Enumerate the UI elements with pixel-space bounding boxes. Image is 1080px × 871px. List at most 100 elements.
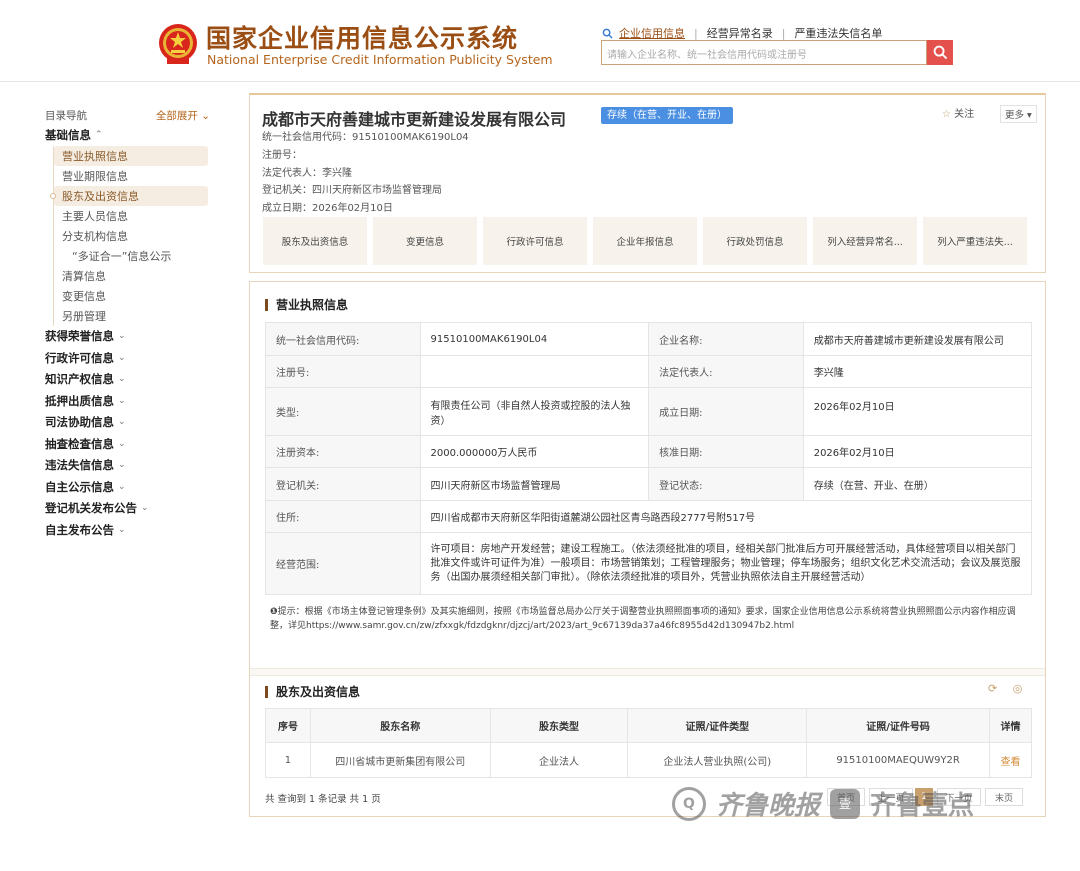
field-label: 法定代表人: <box>648 355 804 388</box>
table-row: 住所: 四川省成都市天府新区华阳街道麓湖公园社区青鸟路西段2777号附517号 <box>265 500 1033 533</box>
follow-button[interactable]: ☆ 关注 <box>942 105 974 120</box>
tab-shareholders[interactable]: 股东及出资信息 <box>263 217 367 265</box>
field-label: 登记机关: <box>265 467 421 501</box>
nav-abnormal-list[interactable]: 经营异常名录 <box>707 25 773 41</box>
field-value: 有限责任公司（非自然人投资或控股的法人独资） <box>419 387 650 436</box>
field-label: 核准日期: <box>648 435 804 468</box>
sidebar-group-inspection[interactable]: 抽查检查信息 ⌄ <box>45 433 210 455</box>
chevron-down-icon: ⌄ <box>118 524 126 535</box>
tab-annual-reports[interactable]: 企业年报信息 <box>593 217 697 265</box>
watermark-left-text: 齐鲁晚报 <box>716 791 821 821</box>
sidebar-group-authority-notices[interactable]: 登记机关发布公告 ⌄ <box>45 498 210 520</box>
sidebar-item-multi-cert[interactable]: “多证合一”信息公示 <box>54 246 208 266</box>
field-label: 企业名称: <box>648 322 804 356</box>
nav-credit-info[interactable]: 企业信用信息 <box>619 25 685 41</box>
reg-no-text: 注册号： <box>262 150 302 161</box>
field-value: 2026年02月10日 <box>802 387 1033 436</box>
sidebar-item-branches[interactable]: 分支机构信息 <box>54 226 208 246</box>
chevron-down-icon: ⌄ <box>118 438 126 449</box>
sidebar-group-violations[interactable]: 违法失信信息 ⌄ <box>45 455 210 477</box>
chevron-down-icon: ⌄ <box>201 110 210 122</box>
chevron-down-icon: ⌄ <box>118 331 126 342</box>
pager-last[interactable]: 末页 <box>985 788 1023 806</box>
tab-abnormal-list[interactable]: 列入经营异常名... <box>813 217 917 265</box>
chevron-down-icon: ⌄ <box>118 395 126 406</box>
field-value <box>419 355 650 388</box>
chevron-down-icon: ⌄ <box>118 417 126 428</box>
tab-serious-violations[interactable]: 列入严重违法失... <box>923 217 1027 265</box>
watermark-right-text: 齐鲁壹点 <box>870 791 975 821</box>
sidebar-item-liquidation[interactable]: 清算信息 <box>54 266 208 286</box>
view-detail-link[interactable]: 查看 <box>989 742 1032 778</box>
shareholders-table: 序号 股东名称 股东类型 证照/证件类型 证照/证件号码 详情 1 四川省城市更… <box>265 708 1032 778</box>
cell-no: 1 <box>265 742 311 778</box>
field-label: 类型: <box>265 387 421 436</box>
column-header: 序号 <box>265 708 311 743</box>
table-row: 1 四川省城市更新集团有限公司 企业法人 企业法人营业执照(公司) 915101… <box>265 742 1032 778</box>
sidebar-group-judicial[interactable]: 司法协助信息 ⌄ <box>45 412 210 434</box>
chevron-up-icon: ⌃ <box>95 129 103 140</box>
field-label: 住所: <box>265 500 421 533</box>
sidebar-item-shareholders[interactable]: 股东及出资信息 <box>50 185 208 206</box>
search-icon <box>602 28 613 39</box>
sidebar-item-term[interactable]: 营业期限信息 <box>54 166 208 186</box>
table-row: 统一社会信用代码: 91510100MAK6190L04 企业名称: 成都市天府… <box>265 322 1033 356</box>
sidebar-group-self-disclosure[interactable]: 自主公示信息 ⌄ <box>45 476 210 498</box>
chevron-down-icon: ⌄ <box>141 503 149 514</box>
newspaper-logo-icon: Q <box>672 786 706 821</box>
table-row: 经营范围: 许可项目：房地产开发经营；建设工程施工。（依法须经批准的项目，经相关… <box>265 532 1033 595</box>
search-input[interactable]: 请输入企业名称、统一社会信用代码或注册号 <box>601 40 927 65</box>
address-value: 四川省成都市天府新区华阳街道麓湖公园社区青鸟路西段2777号附517号 <box>419 500 1033 533</box>
license-table: 统一社会信用代码: 91510100MAK6190L04 企业名称: 成都市天府… <box>265 322 1033 595</box>
notice-tip: ❶提示：根据《市场主体登记管理条例》及其实施细则，按照《市场监督总局办公厅关于调… <box>270 607 1016 631</box>
tab-permits[interactable]: 行政许可信息 <box>483 217 587 265</box>
caret-down-icon: ▾ <box>1027 110 1032 121</box>
cell-shareholder-name: 四川省城市更新集团有限公司 <box>309 742 491 778</box>
star-icon: ☆ <box>942 109 951 120</box>
field-label: 注册资本: <box>265 435 421 468</box>
section-divider <box>250 668 1045 676</box>
field-label: 注册号: <box>265 355 421 388</box>
company-name: 成都市天府善建城市更新建设发展有限公司 <box>262 110 567 129</box>
more-dropdown[interactable]: 更多 ▾ <box>1000 105 1037 123</box>
sidebar-basic-items: 营业执照信息 营业期限信息 股东及出资信息 主要人员信息 分支机构信息 “多证合… <box>50 145 210 326</box>
hide-icon[interactable]: ◎ <box>1013 682 1023 695</box>
sidebar-item-personnel[interactable]: 主要人员信息 <box>54 206 208 226</box>
sidebar-group-ip[interactable]: 知识产权信息 ⌄ <box>45 369 210 391</box>
tab-penalties[interactable]: 行政处罚信息 <box>703 217 807 265</box>
refresh-icon[interactable]: ⟳ <box>988 682 997 695</box>
credit-code-text: 统一社会信用代码：91510100MAK6190L04 <box>262 132 469 143</box>
table-row: 类型: 有限责任公司（非自然人投资或控股的法人独资） 成立日期: 2026年02… <box>265 387 1033 436</box>
column-header: 股东类型 <box>489 708 629 743</box>
shareholders-section-title: 股东及出资信息 <box>265 686 360 698</box>
sidebar-group-self-notices[interactable]: 自主发布公告 ⌄ <box>45 519 210 541</box>
legal-rep-text: 法定代表人：李兴隆 <box>262 168 352 179</box>
column-header: 证照/证件号码 <box>806 708 991 743</box>
expand-all-button[interactable]: 全部展开 ⌄ <box>156 108 210 124</box>
search-icon <box>933 45 947 60</box>
field-label: 经营范围: <box>265 532 421 595</box>
field-value: 成都市天府善建城市更新建设发展有限公司 <box>802 322 1033 356</box>
tab-changes[interactable]: 变更信息 <box>373 217 477 265</box>
cell-cert-no: 91510100MAEQUW9Y2R <box>806 742 991 778</box>
status-badge: 存续（在营、开业、在册） <box>601 107 733 124</box>
cell-shareholder-type: 企业法人 <box>489 742 629 778</box>
sidebar-group-permits[interactable]: 行政许可信息 ⌄ <box>45 347 210 369</box>
search-button[interactable] <box>927 40 953 65</box>
sidebar-group-pledge[interactable]: 抵押出质信息 ⌄ <box>45 390 210 412</box>
reg-authority-text: 登记机关：四川天府新区市场监督管理局 <box>262 185 442 196</box>
field-value: 91510100MAK6190L04 <box>419 322 650 356</box>
field-label: 成立日期: <box>648 387 804 436</box>
nav-serious-violation-list[interactable]: 严重违法失信名单 <box>794 25 882 41</box>
sidebar-item-license[interactable]: 营业执照信息 <box>54 145 208 166</box>
field-value: 李兴隆 <box>802 355 1033 388</box>
chevron-down-icon: ⌄ <box>118 481 126 492</box>
column-header: 股东名称 <box>309 708 491 743</box>
chevron-down-icon: ⌄ <box>118 460 126 471</box>
sidebar-nav-title: 目录导航 <box>45 110 87 122</box>
sidebar-item-separate-register[interactable]: 另册管理 <box>54 306 208 326</box>
sidebar-group-basic[interactable]: 基础信息 ⌃ <box>45 124 210 146</box>
sidebar-group-honors[interactable]: 获得荣誉信息 ⌄ <box>45 326 210 348</box>
field-value: 四川天府新区市场监督管理局 <box>419 467 650 501</box>
sidebar-item-changes[interactable]: 变更信息 <box>54 286 208 306</box>
